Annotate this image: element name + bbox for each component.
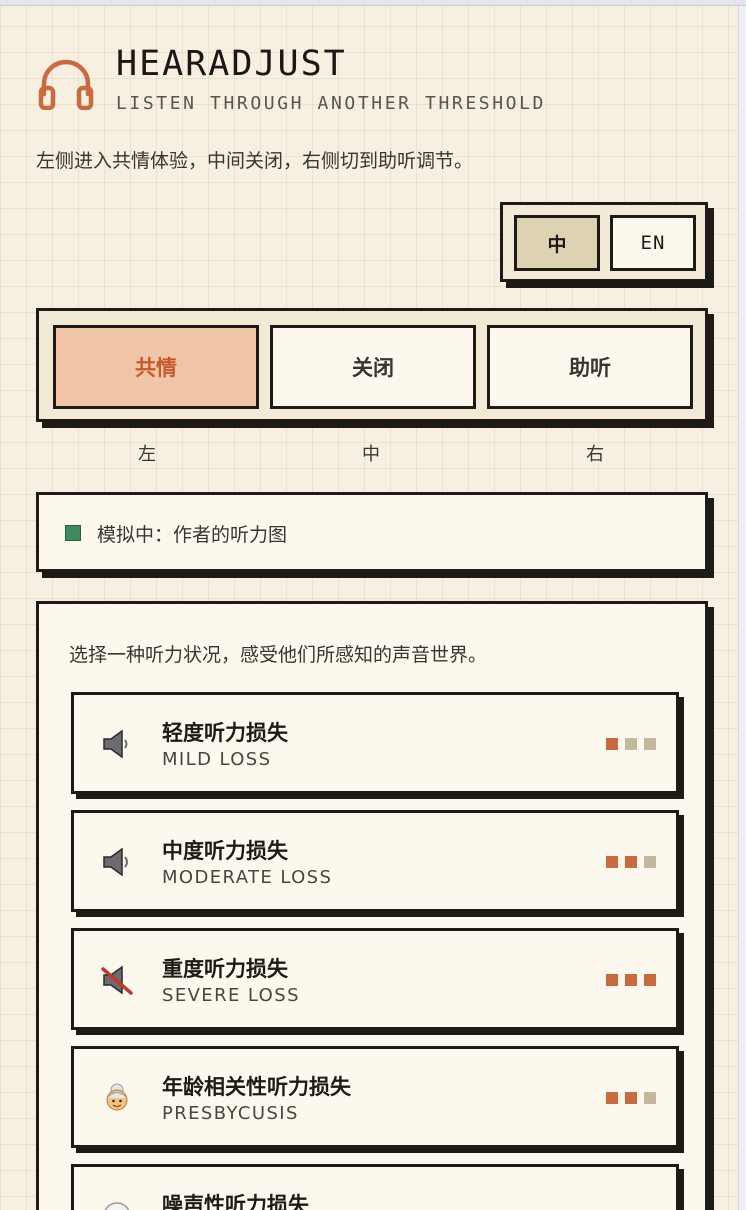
language-zh-button[interactable]: 中: [514, 215, 600, 271]
severity-dot: [606, 856, 618, 868]
severity-dot: [644, 1092, 656, 1104]
mode-hint-left: 左: [138, 444, 156, 465]
app-title: HEARADJUST: [116, 44, 347, 84]
speaker-medium-icon: [100, 845, 134, 879]
severity-dot: [625, 974, 637, 986]
mode-hearing-aid-button[interactable]: 助听: [487, 325, 693, 409]
mode-selector: 共情 关闭 助听: [36, 308, 708, 422]
condition-card-moderate[interactable]: 中度听力损失 MODERATE LOSS: [71, 810, 679, 912]
intro-text: 左侧进入共情体验，中间关闭，右侧切到助听调节。: [36, 150, 474, 172]
mode-off-button[interactable]: 关闭: [270, 325, 476, 409]
condition-name-en: MILD LOSS: [162, 749, 272, 770]
headphones-icon: [38, 58, 94, 111]
condition-card-severe[interactable]: 重度听力损失 SEVERE LOSS: [71, 928, 679, 1030]
severity-meter: [606, 1092, 656, 1104]
condition-name: 年龄相关性听力损失: [162, 1075, 351, 1099]
speaker-low-icon: [100, 727, 134, 761]
condition-card-noise[interactable]: 噪声性听力损失: [71, 1164, 679, 1210]
severity-dot: [606, 974, 618, 986]
browser-top-strip: [0, 0, 746, 6]
status-text: 模拟中：作者的听力图: [97, 524, 288, 546]
noise-icon: [100, 1199, 134, 1210]
severity-dot: [606, 1092, 618, 1104]
conditions-intro: 选择一种听力状况，感受他们所感知的声音世界。: [69, 644, 488, 666]
condition-card-mild[interactable]: 轻度听力损失 MILD LOSS: [71, 692, 679, 794]
condition-name: 重度听力损失: [162, 957, 288, 981]
severity-dot: [625, 1092, 637, 1104]
severity-dot: [625, 856, 637, 868]
speaker-muted-icon: [100, 963, 134, 997]
severity-meter: [606, 856, 656, 868]
condition-name: 中度听力损失: [162, 839, 288, 863]
language-switcher: 中 EN: [500, 202, 708, 282]
severity-meter: [606, 738, 656, 750]
condition-name-en: PRESBYCUSIS: [162, 1103, 299, 1124]
condition-name-en: SEVERE LOSS: [162, 985, 300, 1006]
conditions-panel: 选择一种听力状况，感受他们所感知的声音世界。 轻度听力损失 MILD LOSS …: [36, 601, 708, 1210]
condition-name-en: MODERATE LOSS: [162, 867, 333, 888]
status-indicator-dot: [65, 525, 81, 541]
older-woman-icon: [100, 1081, 134, 1115]
severity-dot: [644, 856, 656, 868]
simulation-status: 模拟中：作者的听力图: [36, 492, 708, 572]
severity-meter: [606, 974, 656, 986]
app-subtitle: LISTEN THROUGH ANOTHER THRESHOLD: [116, 93, 546, 114]
condition-name: 噪声性听力损失: [162, 1193, 309, 1210]
scrollbar[interactable]: [738, 6, 746, 1210]
severity-dot: [606, 738, 618, 750]
condition-card-presbycusis[interactable]: 年龄相关性听力损失 PRESBYCUSIS: [71, 1046, 679, 1148]
mode-empathy-button[interactable]: 共情: [53, 325, 259, 409]
mode-hint-center: 中: [362, 444, 380, 465]
severity-dot: [644, 974, 656, 986]
mode-hint-right: 右: [586, 444, 604, 465]
severity-dot: [644, 738, 656, 750]
condition-name: 轻度听力损失: [162, 721, 288, 745]
severity-dot: [625, 738, 637, 750]
language-en-button[interactable]: EN: [610, 215, 696, 271]
